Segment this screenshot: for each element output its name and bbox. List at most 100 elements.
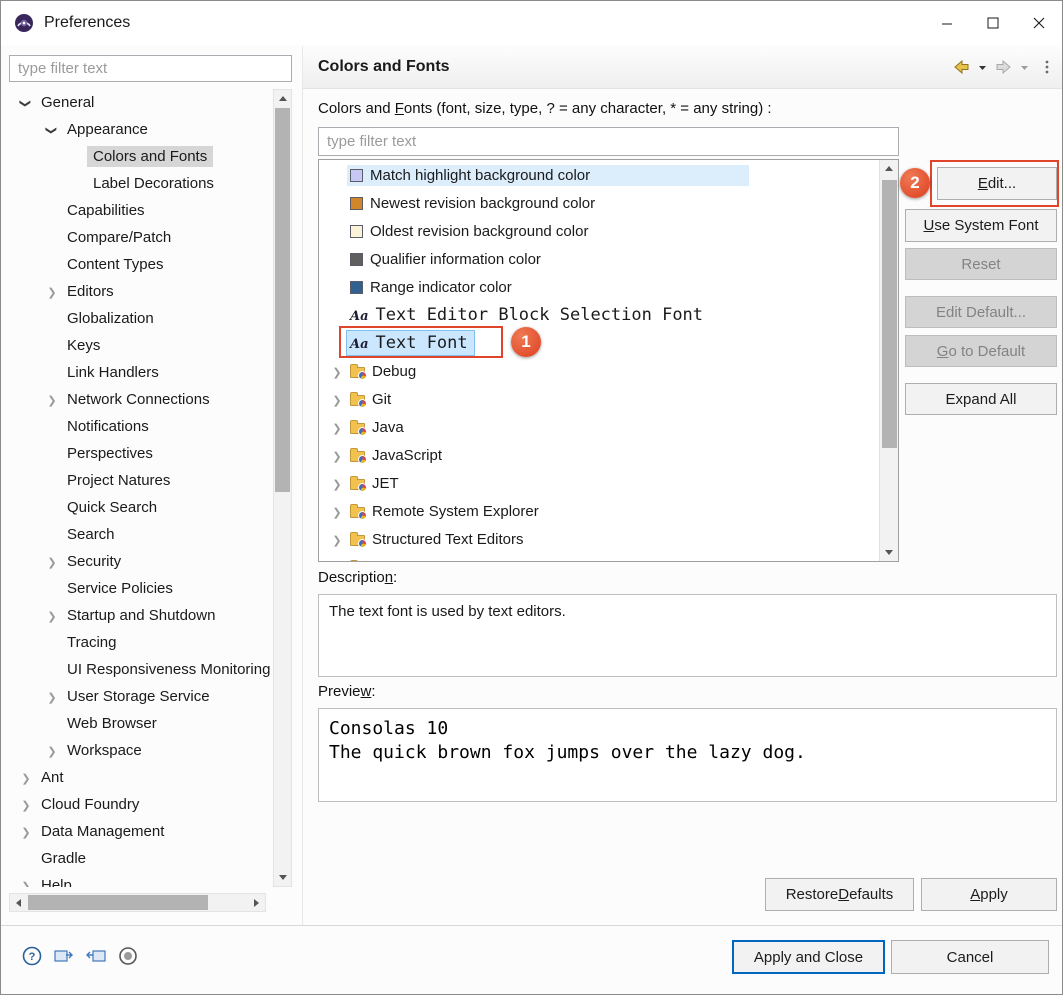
tree-item[interactable]: Keys	[9, 332, 272, 359]
scroll-left-button[interactable]	[10, 894, 27, 911]
apply-and-close-button[interactable]: Apply and Close	[732, 940, 885, 974]
tree-item[interactable]: Colors and Fonts	[9, 143, 272, 170]
font-list-item[interactable]: Text Font	[319, 329, 879, 357]
scrollbar-thumb[interactable]	[275, 108, 290, 492]
apply-button[interactable]: Apply	[921, 878, 1057, 911]
font-list-item[interactable]: Target file editor	[319, 553, 879, 562]
tree-chevron-icon[interactable]	[43, 688, 61, 705]
maximize-button[interactable]	[970, 1, 1016, 45]
list-chevron-icon[interactable]	[327, 559, 347, 563]
tree-item[interactable]: Link Handlers	[9, 359, 272, 386]
scroll-up-button[interactable]	[274, 90, 291, 107]
tree-item[interactable]: Editors	[9, 278, 272, 305]
tree-chevron-icon[interactable]	[43, 121, 61, 138]
tree-item[interactable]: Web Browser	[9, 710, 272, 737]
tree-item[interactable]: Gradle	[9, 845, 272, 872]
font-list-item[interactable]: Match highlight background color	[319, 161, 879, 189]
edit-default-button[interactable]: Edit Default...	[905, 296, 1057, 328]
font-list-item[interactable]: Java	[319, 413, 879, 441]
tree-item[interactable]: Capabilities	[9, 197, 272, 224]
list-chevron-icon[interactable]	[327, 447, 347, 464]
tree-filter-input[interactable]	[9, 55, 292, 82]
forward-history-dropdown-icon[interactable]	[1020, 58, 1029, 76]
cancel-button[interactable]: Cancel	[891, 940, 1049, 974]
back-history-dropdown-icon[interactable]	[978, 58, 987, 76]
preference-recorder-icon[interactable]	[117, 945, 139, 967]
font-filter-input[interactable]	[318, 127, 899, 156]
scrollbar-thumb[interactable]	[882, 180, 897, 448]
tree-chevron-icon[interactable]	[43, 391, 61, 408]
font-list-item[interactable]: Qualifier information color	[319, 245, 879, 273]
scrollbar-thumb[interactable]	[28, 895, 208, 910]
export-icon[interactable]	[53, 945, 75, 967]
tree-item[interactable]: Tracing	[9, 629, 272, 656]
tree-chevron-icon[interactable]	[17, 94, 35, 111]
font-list-item[interactable]: JET	[319, 469, 879, 497]
list-chevron-icon[interactable]	[327, 503, 347, 520]
font-list-item[interactable]: Git	[319, 385, 879, 413]
tree-item[interactable]: Cloud Foundry	[9, 791, 272, 818]
scroll-down-button[interactable]	[880, 544, 898, 561]
scroll-up-button[interactable]	[880, 160, 898, 177]
tree-chevron-icon[interactable]	[17, 823, 35, 840]
tree-chevron-icon[interactable]	[17, 877, 35, 887]
tree-scrollbar-vertical[interactable]	[273, 89, 292, 887]
tree-item[interactable]: Security	[9, 548, 272, 575]
list-chevron-icon[interactable]	[327, 391, 347, 408]
reset-button[interactable]: Reset	[905, 248, 1057, 280]
list-chevron-icon[interactable]	[327, 363, 347, 380]
font-list-item[interactable]: Oldest revision background color	[319, 217, 879, 245]
tree-item[interactable]: User Storage Service	[9, 683, 272, 710]
forward-icon[interactable]	[994, 58, 1013, 76]
help-icon[interactable]: ?	[21, 945, 43, 967]
tree-item[interactable]: Compare/Patch	[9, 224, 272, 251]
tree-item[interactable]: Workspace	[9, 737, 272, 764]
font-list-scrollbar[interactable]	[879, 160, 898, 561]
scroll-right-button[interactable]	[248, 894, 265, 911]
view-menu-icon[interactable]	[1042, 58, 1052, 76]
minimize-button[interactable]	[924, 1, 970, 45]
font-list-item[interactable]: Debug	[319, 357, 879, 385]
tree-item[interactable]: UI Responsiveness Monitoring	[9, 656, 272, 683]
tree-item[interactable]: Perspectives	[9, 440, 272, 467]
tree-chevron-icon[interactable]	[43, 283, 61, 300]
font-list-item[interactable]: Newest revision background color	[319, 189, 879, 217]
restore-defaults-button[interactable]: Restore Defaults	[765, 878, 914, 911]
import-icon[interactable]	[85, 945, 107, 967]
tree-chevron-icon[interactable]	[43, 553, 61, 570]
tree-item[interactable]: Notifications	[9, 413, 272, 440]
edit-button[interactable]: Edit...	[937, 167, 1057, 200]
list-chevron-icon[interactable]	[327, 531, 347, 548]
font-list-item[interactable]: Text Editor Block Selection Font	[319, 301, 879, 329]
tree-item[interactable]: Globalization	[9, 305, 272, 332]
tree-item[interactable]: Appearance	[9, 116, 272, 143]
tree-item[interactable]: Data Management	[9, 818, 272, 845]
tree-chevron-icon[interactable]	[43, 742, 61, 759]
expand-all-button[interactable]: Expand All	[905, 383, 1057, 415]
tree-item[interactable]: General	[9, 89, 272, 116]
font-list-item[interactable]: Structured Text Editors	[319, 525, 879, 553]
scroll-down-button[interactable]	[274, 869, 291, 886]
font-list-item[interactable]: JavaScript	[319, 441, 879, 469]
close-button[interactable]	[1016, 1, 1062, 45]
tree-chevron-icon[interactable]	[17, 769, 35, 786]
tree-item[interactable]: Service Policies	[9, 575, 272, 602]
tree-scrollbar-horizontal[interactable]	[9, 893, 266, 912]
tree-item[interactable]: Startup and Shutdown	[9, 602, 272, 629]
font-list-item[interactable]: Range indicator color	[319, 273, 879, 301]
font-list-item[interactable]: Remote System Explorer	[319, 497, 879, 525]
tree-item[interactable]: Network Connections	[9, 386, 272, 413]
tree-item[interactable]: Project Natures	[9, 467, 272, 494]
list-chevron-icon[interactable]	[327, 419, 347, 436]
tree-item[interactable]: Content Types	[9, 251, 272, 278]
tree-item[interactable]: Label Decorations	[9, 170, 272, 197]
tree-item[interactable]: Help	[9, 872, 272, 887]
back-icon[interactable]	[952, 58, 971, 76]
tree-item[interactable]: Quick Search	[9, 494, 272, 521]
list-chevron-icon[interactable]	[327, 475, 347, 492]
tree-chevron-icon[interactable]	[43, 607, 61, 624]
go-to-default-button[interactable]: Go to Default	[905, 335, 1057, 367]
tree-item[interactable]: Search	[9, 521, 272, 548]
use-system-font-button[interactable]: Use System Font	[905, 209, 1057, 242]
tree-item[interactable]: Ant	[9, 764, 272, 791]
